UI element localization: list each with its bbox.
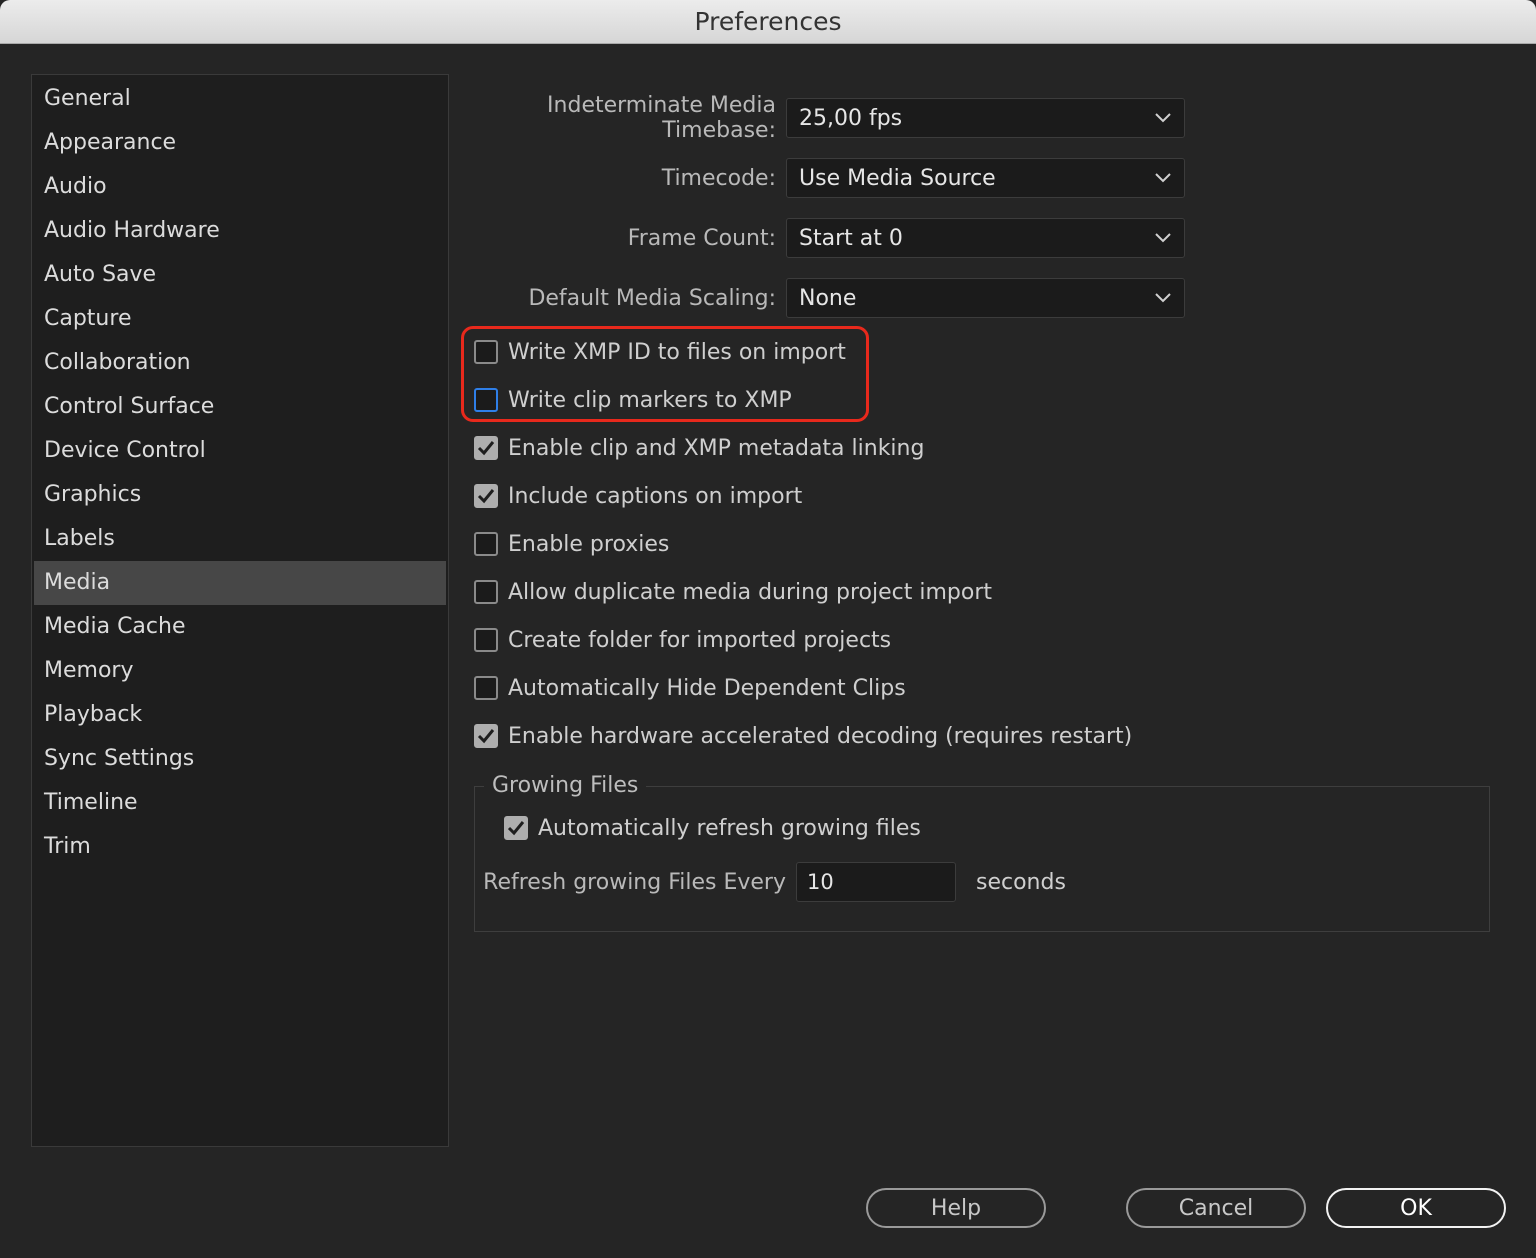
sidebar-item-collaboration[interactable]: Collaboration [34,341,446,385]
help-button[interactable]: Help [866,1188,1046,1228]
sidebar-item-media[interactable]: Media [34,561,446,605]
checkmark-icon [477,729,495,744]
metadata-linking-checkbox[interactable]: Enable clip and XMP metadata linking [474,428,924,468]
checkbox-box[interactable] [474,676,498,700]
create-folder-checkbox[interactable]: Create folder for imported projects [474,620,891,660]
sidebar-item-graphics[interactable]: Graphics [34,473,446,517]
checkbox-label: Enable clip and XMP metadata linking [508,435,925,461]
timecode-dropdown[interactable]: Use Media Source [786,158,1185,198]
window-title-bar: Preferences [0,0,1536,44]
chevron-down-icon [1154,289,1172,307]
scaling-value: None [799,285,857,311]
timecode-label: Timecode: [661,165,776,191]
checkmark-icon [477,489,495,504]
refresh-interval-input[interactable] [796,862,956,902]
sidebar-item-control-surface[interactable]: Control Surface [34,385,446,429]
checkbox-label: Write XMP ID to files on import [508,339,846,365]
sidebar-item-general[interactable]: General [34,77,446,121]
allow-duplicate-media-checkbox[interactable]: Allow duplicate media during project imp… [474,572,992,612]
category-sidebar: General Appearance Audio Audio Hardware … [31,74,449,1147]
refresh-unit-label: seconds [976,869,1066,895]
sidebar-item-device-control[interactable]: Device Control [34,429,446,473]
scaling-row: Default Media Scaling: None [474,278,1196,318]
checkbox-box[interactable] [474,436,498,460]
checkbox-label: Create folder for imported projects [508,627,892,653]
sidebar-item-audio-hardware[interactable]: Audio Hardware [34,209,446,253]
checkbox-label: Allow duplicate media during project imp… [508,579,993,605]
auto-refresh-checkbox[interactable]: Automatically refresh growing files [504,808,921,848]
growing-files-title: Growing Files [484,771,647,801]
timecode-row: Timecode: Use Media Source [474,158,1196,198]
frame-count-row: Frame Count: Start at 0 [474,218,1196,258]
chevron-down-icon [1154,109,1172,127]
sidebar-item-memory[interactable]: Memory [34,649,446,693]
scaling-dropdown[interactable]: None [786,278,1185,318]
cancel-button[interactable]: Cancel [1126,1188,1306,1228]
checkbox-label: Enable proxies [508,531,670,557]
ok-button[interactable]: OK [1326,1188,1506,1228]
write-clip-markers-checkbox[interactable]: Write clip markers to XMP [474,380,792,420]
hide-dependent-clips-checkbox[interactable]: Automatically Hide Dependent Clips [474,668,906,708]
checkbox-label: Automatically Hide Dependent Clips [508,675,906,701]
chevron-down-icon [1154,229,1172,247]
hardware-decoding-checkbox[interactable]: Enable hardware accelerated decoding (re… [474,716,1132,756]
checkbox-box[interactable] [474,580,498,604]
checkbox-box[interactable] [504,816,528,840]
checkbox-box[interactable] [474,532,498,556]
sidebar-item-capture[interactable]: Capture [34,297,446,341]
sidebar-item-playback[interactable]: Playback [34,693,446,737]
frame-count-dropdown[interactable]: Start at 0 [786,218,1185,258]
timebase-row: Indeterminate Media Timebase: 25,00 fps [474,93,1196,143]
checkbox-box[interactable] [474,388,498,412]
checkbox-box[interactable] [474,628,498,652]
scaling-label: Default Media Scaling: [528,285,776,311]
checkbox-label: Include captions on import [508,483,803,509]
checkbox-box[interactable] [474,340,498,364]
sidebar-item-audio[interactable]: Audio [34,165,446,209]
checkbox-label: Automatically refresh growing files [538,815,921,841]
refresh-interval-label: Refresh growing Files Every [483,869,786,895]
chevron-down-icon [1154,169,1172,187]
write-xmp-id-checkbox[interactable]: Write XMP ID to files on import [474,332,846,372]
checkbox-label: Write clip markers to XMP [508,387,792,413]
frame-count-label: Frame Count: [627,225,776,251]
checkmark-icon [507,821,525,836]
window-title: Preferences [694,7,842,36]
checkbox-box[interactable] [474,724,498,748]
timecode-value: Use Media Source [799,165,996,191]
sidebar-item-labels[interactable]: Labels [34,517,446,561]
sidebar-item-appearance[interactable]: Appearance [34,121,446,165]
sidebar-item-timeline[interactable]: Timeline [34,781,446,825]
frame-count-value: Start at 0 [799,225,903,251]
timebase-label: Indeterminate Media Timebase: [547,93,776,143]
sidebar-item-media-cache[interactable]: Media Cache [34,605,446,649]
checkbox-box[interactable] [474,484,498,508]
checkbox-label: Enable hardware accelerated decoding (re… [508,723,1133,749]
refresh-interval-row: Refresh growing Files Every seconds [474,862,1066,902]
checkmark-icon [477,441,495,456]
sidebar-item-trim[interactable]: Trim [34,825,446,869]
sidebar-item-auto-save[interactable]: Auto Save [34,253,446,297]
sidebar-item-sync-settings[interactable]: Sync Settings [34,737,446,781]
include-captions-checkbox[interactable]: Include captions on import [474,476,802,516]
category-list: General Appearance Audio Audio Hardware … [32,75,448,869]
enable-proxies-checkbox[interactable]: Enable proxies [474,524,669,564]
timebase-dropdown[interactable]: 25,00 fps [786,98,1185,138]
timebase-value: 25,00 fps [799,105,903,131]
